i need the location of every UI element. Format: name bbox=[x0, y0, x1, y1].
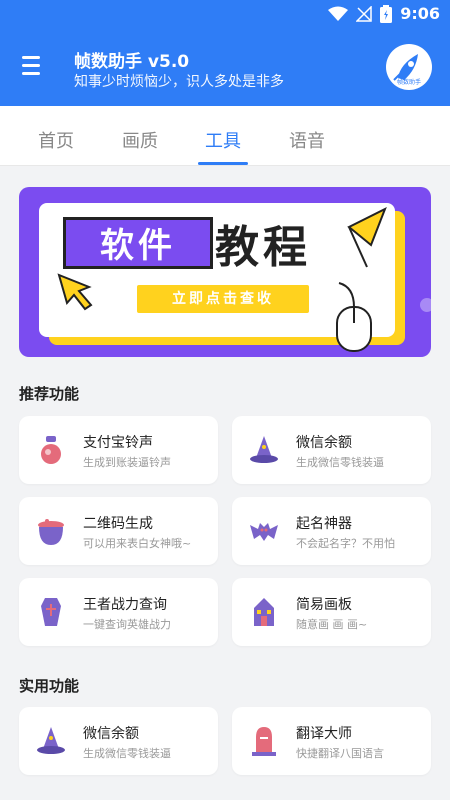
card-desc: 一键查询英雄战力 bbox=[83, 618, 171, 631]
card-title: 微信余额 bbox=[83, 726, 139, 742]
tab-bar: 首页 画质 工具 语音 bbox=[0, 106, 450, 166]
cauldron-icon bbox=[38, 519, 64, 545]
status-bar: 9:06 bbox=[0, 0, 450, 30]
card-translator[interactable]: 翻译大师 快捷翻译八国语言 bbox=[232, 707, 431, 775]
banner-decoration bbox=[57, 206, 431, 352]
coffin-icon bbox=[41, 598, 61, 626]
menu-icon bbox=[22, 56, 40, 59]
card-desc: 生成微信零钱装逼 bbox=[296, 456, 384, 469]
app-subtitle: 知事少时烦恼少，识人多处是非多 bbox=[74, 74, 284, 90]
app-bar: 帧数助手 v5.0 知事少时烦恼少，识人多处是非多 帧数助手 bbox=[0, 30, 450, 106]
wifi-icon bbox=[328, 6, 349, 21]
card-qr-generator[interactable]: 二维码生成 可以用来表白女神哦~ bbox=[19, 497, 218, 565]
card-title: 二维码生成 bbox=[83, 516, 153, 532]
battery-icon bbox=[380, 4, 393, 23]
tab-quality[interactable]: 画质 bbox=[122, 127, 158, 153]
wizard-hat-icon bbox=[250, 436, 278, 463]
no-signal-icon bbox=[356, 5, 372, 22]
card-title: 支付宝铃声 bbox=[83, 435, 153, 451]
app-title: 帧数助手 v5.0 bbox=[74, 52, 190, 72]
tombstone-icon bbox=[252, 727, 276, 756]
avatar[interactable]: 帧数助手 bbox=[386, 44, 432, 90]
card-wechat-balance[interactable]: 微信余额 生成微信零钱装逼 bbox=[232, 416, 431, 484]
section-title-practical: 实用功能 bbox=[19, 677, 80, 695]
active-tab-indicator bbox=[198, 162, 248, 165]
menu-button[interactable] bbox=[22, 56, 50, 80]
card-desc: 生成到账装逼铃声 bbox=[83, 456, 171, 469]
card-desc: 不会起名字？不用怕 bbox=[296, 537, 395, 550]
cursor-arrow-icon bbox=[57, 273, 93, 311]
avatar-label: 帧数助手 bbox=[396, 79, 421, 86]
card-drawing-board[interactable]: 简易画板 随意画 画 画~ bbox=[232, 578, 431, 646]
card-title: 王者战力查询 bbox=[83, 597, 167, 613]
card-desc: 生成微信零钱装逼 bbox=[83, 747, 171, 760]
card-name-generator[interactable]: 起名神器 不会起名字？不用怕 bbox=[232, 497, 431, 565]
gourd-icon bbox=[41, 436, 61, 464]
card-honor-of-kings-power[interactable]: 王者战力查询 一键查询英雄战力 bbox=[19, 578, 218, 646]
tutorial-banner[interactable]: 软件 教程 立即点击查收 bbox=[19, 187, 431, 357]
card-desc: 快捷翻译八国语言 bbox=[296, 747, 384, 760]
haunted-house-icon bbox=[254, 598, 274, 626]
mouse-icon bbox=[336, 282, 372, 352]
bat-icon bbox=[250, 523, 278, 541]
card-desc: 可以用来表白女神哦~ bbox=[83, 537, 192, 550]
tab-home[interactable]: 首页 bbox=[38, 127, 74, 153]
section-title-recommended: 推荐功能 bbox=[19, 385, 80, 403]
card-title: 微信余额 bbox=[296, 435, 352, 451]
status-time: 9:06 bbox=[400, 4, 440, 23]
card-alipay-ringtone[interactable]: 支付宝铃声 生成到账装逼铃声 bbox=[19, 416, 218, 484]
tab-tools[interactable]: 工具 bbox=[205, 127, 241, 153]
card-title: 翻译大师 bbox=[296, 726, 352, 742]
card-title: 简易画板 bbox=[296, 597, 352, 613]
wizard-hat-icon bbox=[37, 727, 65, 754]
card-title: 起名神器 bbox=[296, 516, 352, 532]
card-desc: 随意画 画 画~ bbox=[296, 618, 368, 631]
tab-voice[interactable]: 语音 bbox=[289, 127, 325, 153]
carousel-dot bbox=[420, 298, 431, 312]
card-wechat-balance-2[interactable]: 微信余额 生成微信零钱装逼 bbox=[19, 707, 218, 775]
